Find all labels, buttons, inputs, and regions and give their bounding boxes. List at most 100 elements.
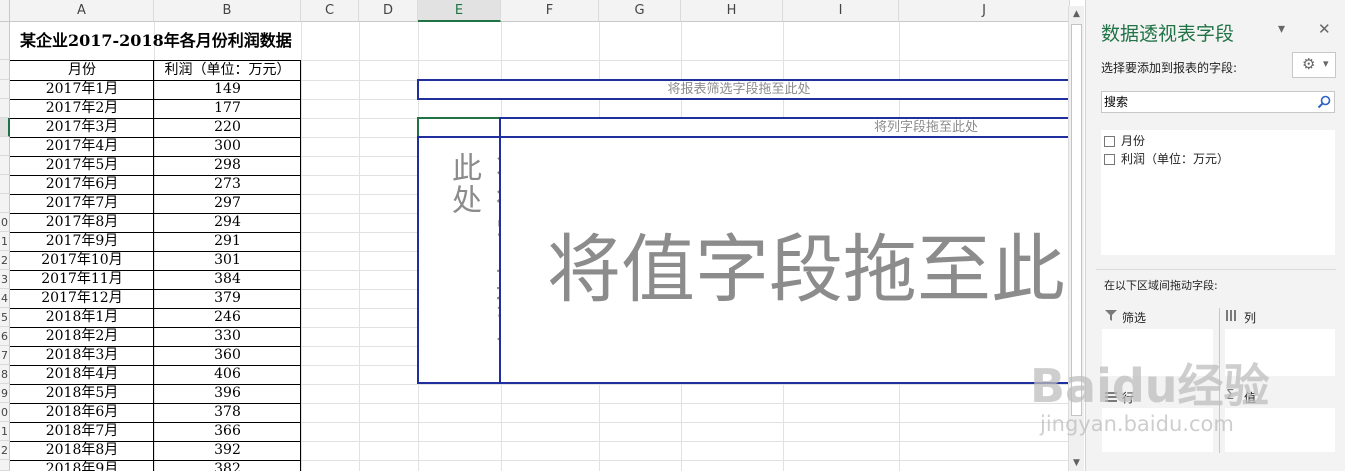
row-header[interactable]: 7 xyxy=(0,346,10,365)
close-icon[interactable]: ✕ xyxy=(1318,20,1331,38)
table-cell-profit[interactable]: 220 xyxy=(154,118,301,137)
table-cell-month[interactable]: 2017年2月 xyxy=(10,99,154,118)
table-cell-month[interactable]: 2018年9月 xyxy=(10,460,154,471)
row-header[interactable] xyxy=(0,194,10,213)
search-input[interactable]: 搜索 xyxy=(1101,91,1335,113)
field-item-profit[interactable]: 利润（单位：万元） xyxy=(1104,150,1229,167)
pivot-row-dropzone[interactable]: 将行字段拖至此处 xyxy=(417,136,525,384)
row-header[interactable] xyxy=(0,80,10,99)
table-cell-profit[interactable]: 300 xyxy=(154,137,301,156)
column-header-j[interactable]: J xyxy=(899,0,1070,22)
column-header-e[interactable]: E xyxy=(418,0,501,22)
scroll-down-icon[interactable]: ▼ xyxy=(1069,456,1084,470)
row-header[interactable]: 5 xyxy=(0,308,10,327)
row-header[interactable] xyxy=(0,99,10,118)
table-cell-month[interactable]: 2018年5月 xyxy=(10,384,154,403)
row-header[interactable] xyxy=(0,60,10,80)
row-header[interactable]: 3 xyxy=(0,270,10,289)
pivot-values-hint: 将值字段拖至此处 xyxy=(547,227,1070,313)
table-cell-profit[interactable]: 384 xyxy=(154,270,301,289)
row-header[interactable]: 9 xyxy=(0,384,10,403)
row-header[interactable] xyxy=(0,137,10,156)
table-cell-profit[interactable]: 366 xyxy=(154,422,301,441)
row-header[interactable]: 0 xyxy=(0,403,10,422)
column-header-d[interactable]: D xyxy=(359,0,418,22)
pivot-filter-dropzone[interactable]: 将报表筛选字段拖至此处 xyxy=(417,79,1070,100)
sheet-title[interactable]: 某企业2017-2018年各月份利润数据 xyxy=(10,22,311,60)
table-cell-month[interactable]: 2017年6月 xyxy=(10,175,154,194)
table-border xyxy=(10,118,301,119)
table-header-profit[interactable]: 利润（单位：万元） xyxy=(154,61,301,80)
table-cell-profit[interactable]: 396 xyxy=(154,384,301,403)
column-header-b[interactable]: B xyxy=(154,0,301,22)
table-cell-month[interactable]: 2017年12月 xyxy=(10,289,154,308)
table-cell-profit[interactable]: 273 xyxy=(154,175,301,194)
table-cell-month[interactable]: 2017年8月 xyxy=(10,213,154,232)
row-header[interactable] xyxy=(0,175,10,194)
row-header[interactable]: 1 xyxy=(0,422,10,441)
active-cell-e[interactable] xyxy=(417,117,501,138)
table-cell-month[interactable]: 2017年11月 xyxy=(10,270,154,289)
table-cell-profit[interactable]: 298 xyxy=(154,156,301,175)
row-header[interactable]: 2 xyxy=(0,441,10,460)
pivot-values-dropzone[interactable]: 将值字段拖至此处 xyxy=(499,136,1070,384)
table-cell-month[interactable]: 2018年4月 xyxy=(10,365,154,384)
column-header-i[interactable]: I xyxy=(783,0,899,22)
column-header-c[interactable]: C xyxy=(301,0,359,22)
table-cell-profit[interactable]: 294 xyxy=(154,213,301,232)
row-header[interactable] xyxy=(0,22,10,60)
field-checkbox[interactable] xyxy=(1104,136,1115,147)
table-cell-profit[interactable]: 406 xyxy=(154,365,301,384)
column-header-a[interactable]: A xyxy=(10,0,154,22)
field-item-month[interactable]: 月份 xyxy=(1104,132,1145,149)
select-all-corner[interactable] xyxy=(0,0,10,22)
table-cell-month[interactable]: 2018年7月 xyxy=(10,422,154,441)
row-header[interactable]: 1 xyxy=(0,232,10,251)
row-header[interactable]: 6 xyxy=(0,327,10,346)
table-cell-profit[interactable]: 177 xyxy=(154,99,301,118)
table-cell-profit[interactable]: 392 xyxy=(154,441,301,460)
table-header-month[interactable]: 月份 xyxy=(10,61,154,80)
row-header[interactable]: 0 xyxy=(0,213,10,232)
row-header[interactable] xyxy=(0,460,10,471)
row-header[interactable]: 2 xyxy=(0,251,10,270)
table-cell-profit[interactable]: 291 xyxy=(154,232,301,251)
table-cell-month[interactable]: 2017年9月 xyxy=(10,232,154,251)
search-icon[interactable] xyxy=(1317,95,1331,109)
table-cell-month[interactable]: 2017年3月 xyxy=(10,118,154,137)
table-cell-month[interactable]: 2018年6月 xyxy=(10,403,154,422)
column-header-h[interactable]: H xyxy=(681,0,783,22)
gear-icon: ⚙ xyxy=(1302,55,1316,73)
table-cell-profit[interactable]: 379 xyxy=(154,289,301,308)
table-cell-profit[interactable]: 297 xyxy=(154,194,301,213)
table-cell-month[interactable]: 2018年3月 xyxy=(10,346,154,365)
table-cell-profit[interactable]: 378 xyxy=(154,403,301,422)
table-cell-profit[interactable]: 149 xyxy=(154,80,301,99)
row-header[interactable]: 4 xyxy=(0,289,10,308)
tools-button[interactable]: ⚙ ▾ xyxy=(1292,52,1336,78)
table-cell-profit[interactable]: 360 xyxy=(154,346,301,365)
table-cell-month[interactable]: 2017年5月 xyxy=(10,156,154,175)
table-cell-month[interactable]: 2018年2月 xyxy=(10,327,154,346)
field-checkbox[interactable] xyxy=(1104,154,1115,165)
table-cell-month[interactable]: 2018年8月 xyxy=(10,441,154,460)
table-cell-profit[interactable]: 301 xyxy=(154,251,301,270)
column-header-f[interactable]: F xyxy=(501,0,599,22)
table-cell-profit[interactable]: 330 xyxy=(154,327,301,346)
scroll-up-icon[interactable]: ▲ xyxy=(1069,7,1084,21)
column-header-g[interactable]: G xyxy=(599,0,681,22)
drag-fields-label: 在以下区域间拖动字段: xyxy=(1104,279,1218,292)
table-cell-month[interactable]: 2018年1月 xyxy=(10,308,154,327)
spreadsheet-grid[interactable]: A B C D E F G H I J 0 1 2 3 4 5 6 7 8 9 … xyxy=(0,0,1070,471)
table-cell-profit[interactable]: 382 xyxy=(154,460,301,471)
pivot-column-dropzone[interactable]: 将列字段拖至此处 xyxy=(499,117,1070,138)
table-cell-month[interactable]: 2017年10月 xyxy=(10,251,154,270)
table-cell-month[interactable]: 2017年4月 xyxy=(10,137,154,156)
table-cell-profit[interactable]: 246 xyxy=(154,308,301,327)
pane-options-dropdown-icon[interactable]: ▾ xyxy=(1278,21,1285,37)
table-cell-month[interactable]: 2017年1月 xyxy=(10,80,154,99)
row-header[interactable]: 8 xyxy=(0,365,10,384)
row-header[interactable] xyxy=(0,156,10,175)
row-header[interactable] xyxy=(0,118,10,137)
table-cell-month[interactable]: 2017年7月 xyxy=(10,194,154,213)
